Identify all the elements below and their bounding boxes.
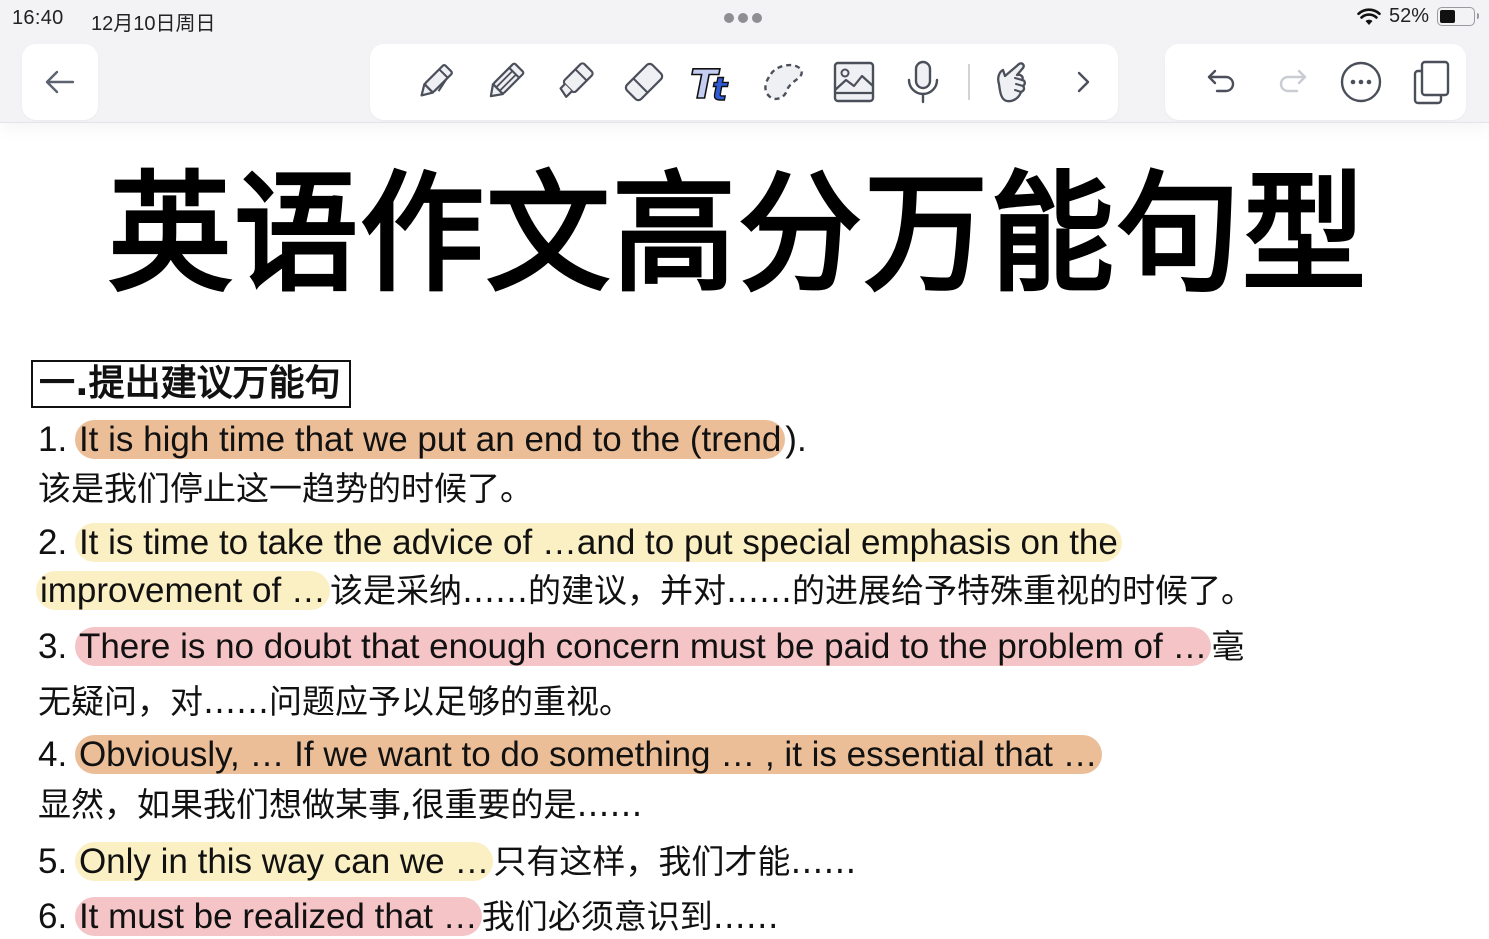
lasso-icon <box>761 60 807 104</box>
highlighter-tool-button[interactable] <box>540 52 610 112</box>
highlighted-phrase: Obviously, … If we want to do something … <box>74 735 1102 774</box>
eraser-tool-button[interactable] <box>609 52 679 112</box>
microphone-tool-button[interactable] <box>889 52 959 112</box>
more-button[interactable] <box>1327 52 1397 112</box>
chinese-translation: 我们必须意识到…… <box>481 897 779 936</box>
list-item-5: 5. Only in this way can we … 只有这样，我们才能…… <box>38 840 856 884</box>
hand-tool-button[interactable] <box>978 52 1048 112</box>
list-item-6: 6. It must be realized that … 我们必须意识到…… <box>38 895 779 939</box>
more-circle-icon <box>1339 60 1383 104</box>
section-heading: 一.提出建议万能句 <box>31 360 351 408</box>
undo-button[interactable] <box>1187 52 1257 112</box>
list-item-1-chinese: 该是我们停止这一趋势的时候了。 <box>38 469 533 508</box>
battery-icon <box>1437 7 1479 26</box>
document-actions-toolbar <box>1165 44 1466 120</box>
list-item-1-english: 1. It is high time that we put an end to… <box>38 418 807 462</box>
list-item-3-english: 3. There is no doubt that enough concern… <box>38 625 1244 669</box>
svg-text:t: t <box>712 70 729 104</box>
list-item-2-english: 2. It is time to take the advice of …and… <box>38 521 1122 565</box>
fountain-pen-icon <box>413 60 457 104</box>
multitasking-dots[interactable] <box>724 13 762 23</box>
list-item-4-chinese: 显然，如果我们想做某事,很重要的是…… <box>38 785 643 824</box>
more-tools-button[interactable] <box>1048 52 1118 112</box>
text-tool-icon: Tt <box>689 60 739 104</box>
pencil-tool-button[interactable] <box>470 52 540 112</box>
top-bar: 16:40 12月10日周日 52% T t <box>0 0 1489 123</box>
chevron-right-icon <box>1073 69 1093 95</box>
toolbar-divider <box>968 64 971 100</box>
chinese-translation: 只有这样，我们才能…… <box>493 842 857 881</box>
highlighted-phrase: It must be realized that … <box>74 897 482 936</box>
microphone-icon <box>903 60 943 104</box>
list-item-2-continued: improvement of … 该是采纳……的建议，并对……的进展给予特殊重视的… <box>36 569 1254 613</box>
image-icon <box>832 60 876 104</box>
page-title: 英语作文高分万能句型 <box>108 159 1369 311</box>
highlighter-icon <box>552 60 596 104</box>
status-date: 12月10日周日 <box>91 13 216 35</box>
status-time: 16:40 <box>12 7 64 29</box>
highlighted-phrase: improvement of … <box>36 571 330 610</box>
eraser-icon <box>622 60 666 104</box>
list-item-3-chinese: 无疑问，对……问题应予以足够的重视。 <box>38 682 632 721</box>
pencil-icon <box>483 60 527 104</box>
item-number: 5. <box>38 842 68 881</box>
chinese-translation: 该是采纳……的建议，并对……的进展给予特殊重视的时候了。 <box>329 571 1254 610</box>
item-number: 6. <box>38 897 68 936</box>
item-number: 3. <box>38 627 68 666</box>
pen-tool-button[interactable] <box>400 52 470 112</box>
image-tool-button[interactable] <box>819 52 889 112</box>
redo-button[interactable] <box>1257 52 1327 112</box>
pointing-hand-icon <box>991 60 1035 104</box>
pages-button[interactable] <box>1396 52 1466 112</box>
chinese-translation: 毫 <box>1211 627 1245 666</box>
drawing-tools-toolbar: Tt <box>370 44 1118 120</box>
item-number: 2. <box>38 523 68 562</box>
lasso-tool-button[interactable] <box>749 52 819 112</box>
highlighted-phrase: There is no doubt that enough concern mu… <box>74 627 1212 666</box>
phrase-tail: ). <box>785 420 807 459</box>
highlighted-phrase: Only in this way can we … <box>74 842 494 881</box>
back-button[interactable] <box>22 44 98 120</box>
battery-percent: 52% <box>1388 5 1429 27</box>
wifi-icon <box>1357 7 1381 26</box>
text-tool-button[interactable]: Tt <box>679 52 749 112</box>
arrow-left-icon <box>43 68 77 96</box>
status-right: 52% <box>1357 5 1479 28</box>
list-item-4-english: 4. Obviously, … If we want to do somethi… <box>38 733 1102 777</box>
copy-pages-icon <box>1411 59 1451 105</box>
item-number: 4. <box>38 735 68 774</box>
undo-icon <box>1205 67 1239 97</box>
redo-icon <box>1275 67 1309 97</box>
highlighted-phrase: It is time to take the advice of …and to… <box>74 523 1122 562</box>
highlighted-phrase: It is high time that we put an end to th… <box>74 420 786 459</box>
item-number: 1. <box>38 420 68 459</box>
